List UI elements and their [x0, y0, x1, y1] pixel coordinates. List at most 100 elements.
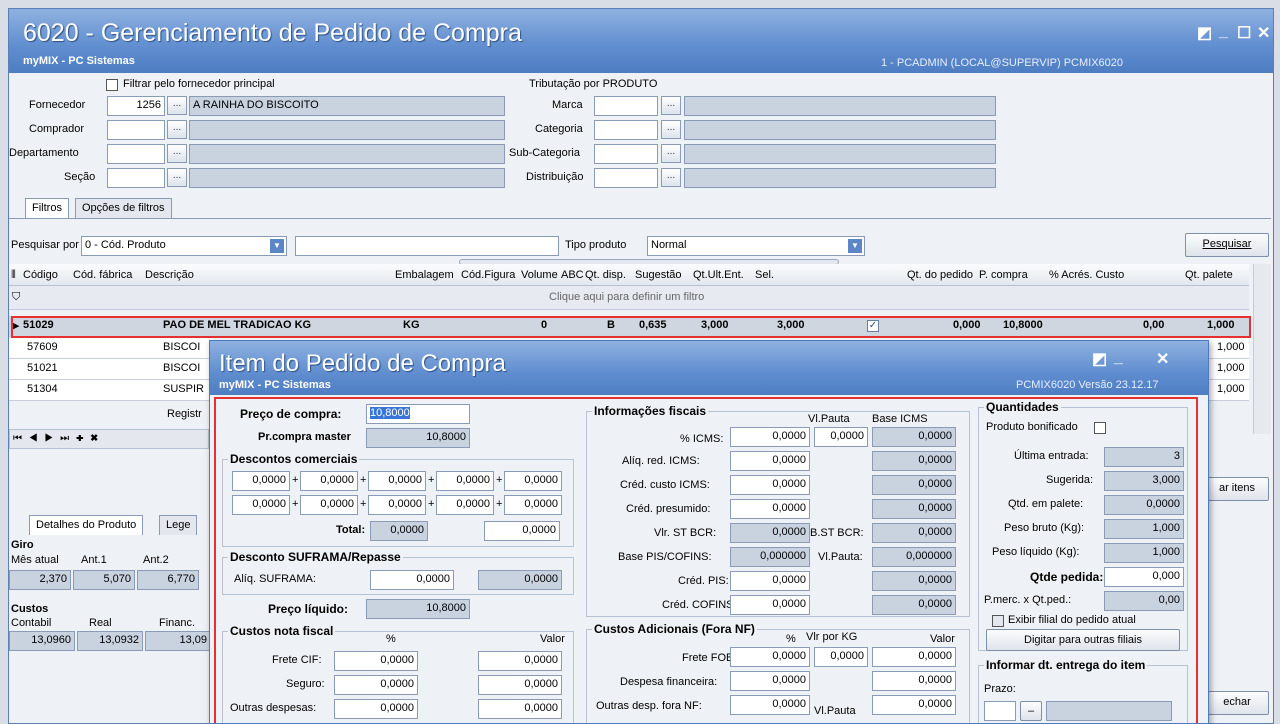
descontos_row2-input-4[interactable]: 0,0000: [436, 495, 494, 515]
pmerc-label: P.merc. x Qt.ped.:: [984, 594, 1072, 606]
grid-scrollbar[interactable]: [1253, 264, 1271, 434]
col-volume[interactable]: Volume: [521, 269, 558, 281]
tipo-produto-select[interactable]: Normal ▼: [647, 236, 865, 256]
col-qt-palete[interactable]: Qt. palete: [1185, 269, 1233, 281]
column-chooser-icon[interactable]: ⦀: [11, 269, 16, 282]
frete-cif-pct-input[interactable]: 0,0000: [334, 651, 418, 671]
minimize-icon[interactable]: _: [1114, 349, 1123, 367]
maximize-icon[interactable]: ☐: [1237, 23, 1251, 43]
prazo-minus-button[interactable]: –: [1020, 701, 1042, 721]
cred-pis-input[interactable]: 0,0000: [730, 571, 810, 591]
search-text-input[interactable]: [295, 236, 559, 256]
outras-val-input[interactable]: 0,0000: [478, 699, 562, 719]
categoria-input[interactable]: [594, 120, 658, 140]
cred-presumido-input[interactable]: 0,0000: [730, 499, 810, 519]
vlr-st-field: 0,0000: [730, 523, 810, 543]
item-dialog: Item do Pedido de Compra myMIX - PC Sist…: [209, 340, 1209, 724]
prazo-input[interactable]: [984, 701, 1016, 721]
comprador-lookup-button[interactable]: ...: [167, 120, 187, 139]
aliq-red-input[interactable]: 0,0000: [730, 451, 810, 471]
outras-fora-val-input[interactable]: 0,0000: [872, 695, 956, 715]
secao-lookup-button[interactable]: ...: [167, 168, 187, 187]
marca-input[interactable]: [594, 96, 658, 116]
minimize-icon[interactable]: _: [1219, 23, 1228, 41]
preco-compra-input[interactable]: 10,8000: [366, 404, 470, 424]
cred-cofins-label: Créd. COFINS:: [662, 599, 737, 611]
pesquisar-button[interactable]: Pesquisar: [1185, 233, 1269, 257]
col-embalagem[interactable]: Embalagem: [395, 269, 454, 281]
col-sel[interactable]: Sel.: [755, 269, 774, 281]
digitar-filiais-button[interactable]: Digitar para outras filiais: [986, 629, 1180, 651]
descontos_row1-input-5[interactable]: 0,0000: [504, 471, 562, 491]
col-codigo[interactable]: Código: [23, 269, 58, 281]
close-icon[interactable]: ✕: [1156, 349, 1169, 369]
categoria-lookup-button[interactable]: ...: [661, 120, 681, 139]
frete-fob-pct-input[interactable]: 0,0000: [730, 647, 810, 667]
descontos_row2-input-2[interactable]: 0,0000: [300, 495, 358, 515]
custos-real-value: 13,0932: [77, 631, 143, 651]
frete-cif-val-input[interactable]: 0,0000: [478, 651, 562, 671]
subcategoria-lookup-button[interactable]: ...: [661, 144, 681, 163]
grid-navigator[interactable]: ⏮ ◀ ▶ ⏭ ✚ ✖: [9, 429, 209, 449]
frete-fob-kg-input[interactable]: 0,0000: [814, 647, 868, 667]
restore-icon[interactable]: ◩: [1092, 349, 1107, 369]
tab-legenda[interactable]: Lege: [159, 515, 198, 535]
descontos_row2-input-5[interactable]: 0,0000: [504, 495, 562, 515]
tab-filtros[interactable]: Filtros: [25, 198, 69, 218]
col-cod-figura[interactable]: Cód.Figura: [461, 269, 515, 281]
col-qt-pedido[interactable]: Qt. do pedido: [907, 269, 973, 281]
seguro-val-input[interactable]: 0,0000: [478, 675, 562, 695]
qtde-pedida-input[interactable]: 0,000: [1104, 567, 1184, 587]
tab-opcoes-filtros[interactable]: Opções de filtros: [75, 198, 172, 218]
frete-fob-val-input[interactable]: 0,0000: [872, 647, 956, 667]
comprador-input[interactable]: [107, 120, 165, 140]
departamento-input[interactable]: [107, 144, 165, 164]
seguro-pct-input[interactable]: 0,0000: [334, 675, 418, 695]
produto-bonificado-checkbox[interactable]: [1094, 422, 1106, 434]
desp-fin-val-input[interactable]: 0,0000: [872, 671, 956, 691]
icms-input[interactable]: 0,0000: [730, 427, 810, 447]
cred-cofins-input[interactable]: 0,0000: [730, 595, 810, 615]
fechar-button[interactable]: echar: [1205, 691, 1269, 715]
col-descricao[interactable]: Descrição: [145, 269, 194, 281]
fornecedor-lookup-button[interactable]: ...: [167, 96, 187, 115]
cred-custo-input[interactable]: 0,0000: [730, 475, 810, 495]
departamento-lookup-button[interactable]: ...: [167, 144, 187, 163]
col-sugestao[interactable]: Sugestão: [635, 269, 681, 281]
icms-pauta-input[interactable]: 0,0000: [814, 427, 868, 447]
outras-pct-input[interactable]: 0,0000: [334, 699, 418, 719]
col-qt-ult-ent[interactable]: Qt.Ult.Ent.: [693, 269, 744, 281]
filtrar-fornecedor-checkbox[interactable]: [106, 79, 118, 91]
bst-label: B.ST BCR:: [810, 527, 864, 539]
fornecedor-code-input[interactable]: 1256: [107, 96, 165, 116]
descontos_row2-input-1[interactable]: 0,0000: [232, 495, 290, 515]
col-cod-fabrica[interactable]: Cód. fábrica: [73, 269, 132, 281]
descontos_row2-input-3[interactable]: 0,0000: [368, 495, 426, 515]
peso-liquido-label: Peso líquido (Kg):: [992, 546, 1080, 558]
secao-input[interactable]: [107, 168, 165, 188]
distribuicao-input[interactable]: [594, 168, 658, 188]
col-p-compra[interactable]: P. compra: [979, 269, 1028, 281]
marca-lookup-button[interactable]: ...: [661, 96, 681, 115]
descontos_row1-input-3[interactable]: 0,0000: [368, 471, 426, 491]
frete-fob-label: Frete FOB:: [682, 652, 737, 664]
col-abc[interactable]: ABC: [561, 269, 584, 281]
exibir-filial-checkbox[interactable]: [992, 615, 1004, 627]
pesquisar-por-select[interactable]: 0 - Cód. Produto ▼: [81, 236, 287, 256]
itens-button[interactable]: ar itens: [1205, 477, 1269, 501]
grid-filter-row[interactable]: ⛉ Clique aqui para definir um filtro: [9, 286, 1249, 310]
col-qt-disp[interactable]: Qt. disp.: [585, 269, 626, 281]
col-acres-custo[interactable]: % Acrés. Custo: [1049, 269, 1124, 281]
distribuicao-lookup-button[interactable]: ...: [661, 168, 681, 187]
aliq-suframa-input[interactable]: 0,0000: [370, 570, 454, 590]
close-icon[interactable]: ✕: [1257, 23, 1270, 43]
descontos_row1-input-2[interactable]: 0,0000: [300, 471, 358, 491]
descontos_row1-input-4[interactable]: 0,0000: [436, 471, 494, 491]
tab-divider: [9, 218, 1271, 219]
tab-detalhes-produto[interactable]: Detalhes do Produto: [29, 515, 144, 535]
descontos_row1-input-1[interactable]: 0,0000: [232, 471, 290, 491]
desp-fin-pct-input[interactable]: 0,0000: [730, 671, 810, 691]
outras-fora-pct-input[interactable]: 0,0000: [730, 695, 810, 715]
restore-icon[interactable]: ◩: [1197, 23, 1212, 43]
subcategoria-input[interactable]: [594, 144, 658, 164]
